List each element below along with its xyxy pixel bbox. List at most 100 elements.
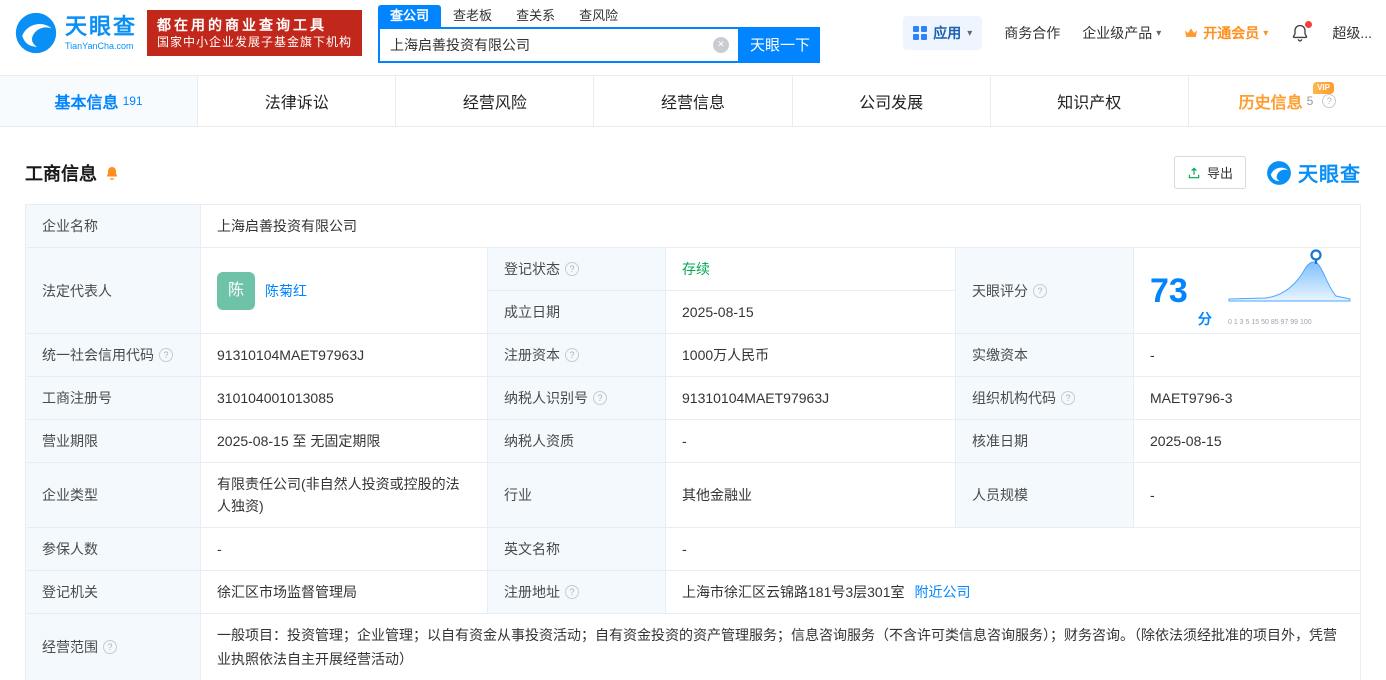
help-icon[interactable]: ? bbox=[565, 585, 579, 599]
insured-count-label: 参保人数 bbox=[26, 528, 201, 571]
slogan-line1: 都在用的商业查询工具 bbox=[157, 16, 328, 33]
help-icon[interactable]: ? bbox=[103, 640, 117, 654]
company-name-label: 企业名称 bbox=[26, 205, 201, 248]
taxpayer-id-value: 91310104MAET97963J bbox=[666, 377, 956, 420]
help-icon[interactable]: ? bbox=[1061, 391, 1075, 405]
search-tab-risk[interactable]: 查风险 bbox=[567, 5, 630, 27]
search-tabs: 查公司 查老板 查关系 查风险 bbox=[378, 4, 820, 27]
paid-capital-label: 实缴资本 bbox=[956, 334, 1134, 377]
staff-size-label: 人员规模 bbox=[956, 463, 1134, 528]
search-input[interactable] bbox=[380, 28, 739, 61]
search-tab-company[interactable]: 查公司 bbox=[378, 4, 442, 27]
score-value: 73 分 0 1 3 5 15 50 85 97 99 100 bbox=[1134, 248, 1360, 334]
table-row: 企业类型 有限责任公司(非自然人投资或控股的法人独资) 行业 其他金融业 人员规… bbox=[26, 463, 1360, 528]
nav-vip-label: 开通会员 bbox=[1203, 25, 1260, 41]
table-subrow: 登记状态 ? 存续 bbox=[488, 248, 956, 291]
help-icon[interactable]: ? bbox=[1033, 283, 1047, 298]
search-area: 查公司 查老板 查关系 查风险 ✕ 天眼一下 bbox=[378, 4, 821, 63]
help-icon[interactable]: ? bbox=[593, 391, 607, 405]
help-icon[interactable]: ? bbox=[159, 348, 173, 362]
reg-capital-label: 注册资本 ? bbox=[488, 334, 666, 377]
reg-address-value: 上海市徐汇区云锦路181号3层301室 附近公司 bbox=[666, 571, 1360, 614]
tab-label: 公司发展 bbox=[859, 95, 924, 112]
section-header-right: 导出 天眼查 bbox=[1173, 156, 1361, 189]
apps-label: 应用 bbox=[933, 25, 962, 41]
score-curve-chart bbox=[1228, 249, 1351, 302]
help-icon[interactable]: ? bbox=[565, 262, 579, 276]
user-menu[interactable]: 超级... bbox=[1332, 23, 1372, 43]
reg-authority-value: 徐汇区市场监督管理局 bbox=[201, 571, 488, 614]
crown-icon bbox=[1185, 28, 1198, 37]
tab-operating-info[interactable]: 经营信息 bbox=[594, 76, 793, 126]
table-row: 统一社会信用代码 ? 91310104MAET97963J 注册资本 ? 100… bbox=[26, 334, 1360, 377]
tab-history-info[interactable]: VIP 历史信息 5 ? bbox=[1188, 76, 1386, 126]
section-header: 工商信息 导出 天眼查 bbox=[25, 156, 1361, 189]
nav-open-vip[interactable]: 开通会员 ▾ bbox=[1183, 23, 1268, 43]
tab-label: 经营信息 bbox=[660, 95, 725, 112]
search-button[interactable]: 天眼一下 bbox=[740, 26, 821, 63]
nav-enterprise-products[interactable]: 企业级产品 ▾ bbox=[1082, 23, 1161, 43]
header-nav: 应用 ▾ 商务合作 企业级产品 ▾ 开通会员 ▾ 超级... bbox=[903, 16, 1372, 50]
tab-count: 5 bbox=[1306, 94, 1314, 108]
english-name-value: - bbox=[666, 528, 1360, 571]
reg-authority-label: 登记机关 bbox=[26, 571, 201, 614]
taxpayer-qualification-label: 纳税人资质 bbox=[488, 420, 666, 463]
approval-date-value: 2025-08-15 bbox=[1134, 420, 1360, 463]
tab-operating-risk[interactable]: 经营风险 bbox=[396, 76, 595, 126]
export-button[interactable]: 导出 bbox=[1173, 156, 1246, 189]
logo-title: 天眼查 bbox=[65, 13, 138, 39]
tab-count: 191 bbox=[122, 94, 143, 108]
search-tab-boss[interactable]: 查老板 bbox=[441, 5, 504, 27]
search-tab-relation[interactable]: 查关系 bbox=[504, 5, 567, 27]
credit-code-value: 91310104MAET97963J bbox=[201, 334, 488, 377]
table-subrow: 成立日期 2025-08-15 bbox=[488, 291, 956, 334]
logo-text: 天眼查 TianYanCha.com bbox=[65, 13, 138, 51]
tianyancha-logo-icon bbox=[1267, 160, 1291, 185]
tab-company-development[interactable]: 公司发展 bbox=[792, 76, 991, 126]
tab-basic-info[interactable]: 基本信息 191 bbox=[0, 76, 199, 126]
tab-label: 历史信息 bbox=[1238, 95, 1303, 112]
insured-count-value: - bbox=[201, 528, 488, 571]
reg-number-value: 310104001013085 bbox=[201, 377, 488, 420]
company-name-value: 上海启善投资有限公司 bbox=[201, 205, 1360, 248]
staff-size-value: - bbox=[1134, 463, 1360, 528]
tianyancha-logo-icon bbox=[15, 12, 57, 54]
business-term-value: 2025-08-15 至 无固定期限 bbox=[201, 420, 488, 463]
reg-status-label: 登记状态 ? bbox=[488, 248, 666, 291]
reg-number-label: 工商注册号 bbox=[26, 377, 201, 420]
credit-code-label: 统一社会信用代码 ? bbox=[26, 334, 201, 377]
tab-label: 知识产权 bbox=[1057, 95, 1122, 112]
legal-rep-avatar[interactable]: 陈 bbox=[217, 271, 255, 310]
score-marker-pin bbox=[1310, 249, 1322, 261]
establish-date-value: 2025-08-15 bbox=[666, 291, 956, 334]
help-icon[interactable]: ? bbox=[1322, 94, 1337, 108]
score-axis: 0 1 3 5 15 50 85 97 99 100 bbox=[1228, 319, 1312, 326]
chevron-down-icon: ▾ bbox=[1263, 27, 1269, 39]
tab-intellectual-property[interactable]: 知识产权 bbox=[990, 76, 1189, 126]
legal-rep-link[interactable]: 陈菊红 bbox=[265, 280, 307, 302]
reg-status-value: 存续 bbox=[666, 248, 956, 291]
company-type-label: 企业类型 bbox=[26, 463, 201, 528]
notifications-bell[interactable] bbox=[1290, 21, 1313, 43]
taxpayer-id-label: 纳税人识别号 ? bbox=[488, 377, 666, 420]
company-type-value: 有限责任公司(非自然人投资或控股的法人独资) bbox=[201, 463, 488, 528]
tab-legal-proceedings[interactable]: 法律诉讼 bbox=[198, 76, 397, 126]
tab-label: 经营风险 bbox=[462, 95, 527, 112]
section-title: 工商信息 bbox=[25, 163, 97, 184]
search-row: ✕ 天眼一下 bbox=[378, 26, 821, 63]
industry-value: 其他金融业 bbox=[666, 463, 956, 528]
site-logo[interactable]: 天眼查 TianYanCha.com bbox=[14, 11, 137, 55]
help-icon[interactable]: ? bbox=[565, 348, 579, 362]
search-box: ✕ bbox=[378, 26, 741, 63]
score-chart[interactable]: 0 1 3 5 15 50 85 97 99 100 bbox=[1227, 247, 1352, 334]
main-content: 工商信息 导出 天眼查 企业名称 上海启善投资有限公司 法定代表人 陈 陈菊红 … bbox=[0, 156, 1386, 680]
subscribe-bell-icon[interactable] bbox=[104, 165, 120, 181]
apps-menu[interactable]: 应用 ▾ bbox=[903, 16, 983, 50]
legal-rep-label: 法定代表人 bbox=[26, 248, 201, 334]
clear-search-icon[interactable]: ✕ bbox=[713, 36, 730, 53]
paid-capital-value: - bbox=[1134, 334, 1360, 377]
status-date-block: 登记状态 ? 存续 成立日期 2025-08-15 bbox=[488, 248, 956, 334]
org-code-label: 组织机构代码 ? bbox=[956, 377, 1134, 420]
nearby-companies-link[interactable]: 附近公司 bbox=[915, 581, 971, 603]
nav-business-cooperation[interactable]: 商务合作 bbox=[1004, 23, 1060, 43]
